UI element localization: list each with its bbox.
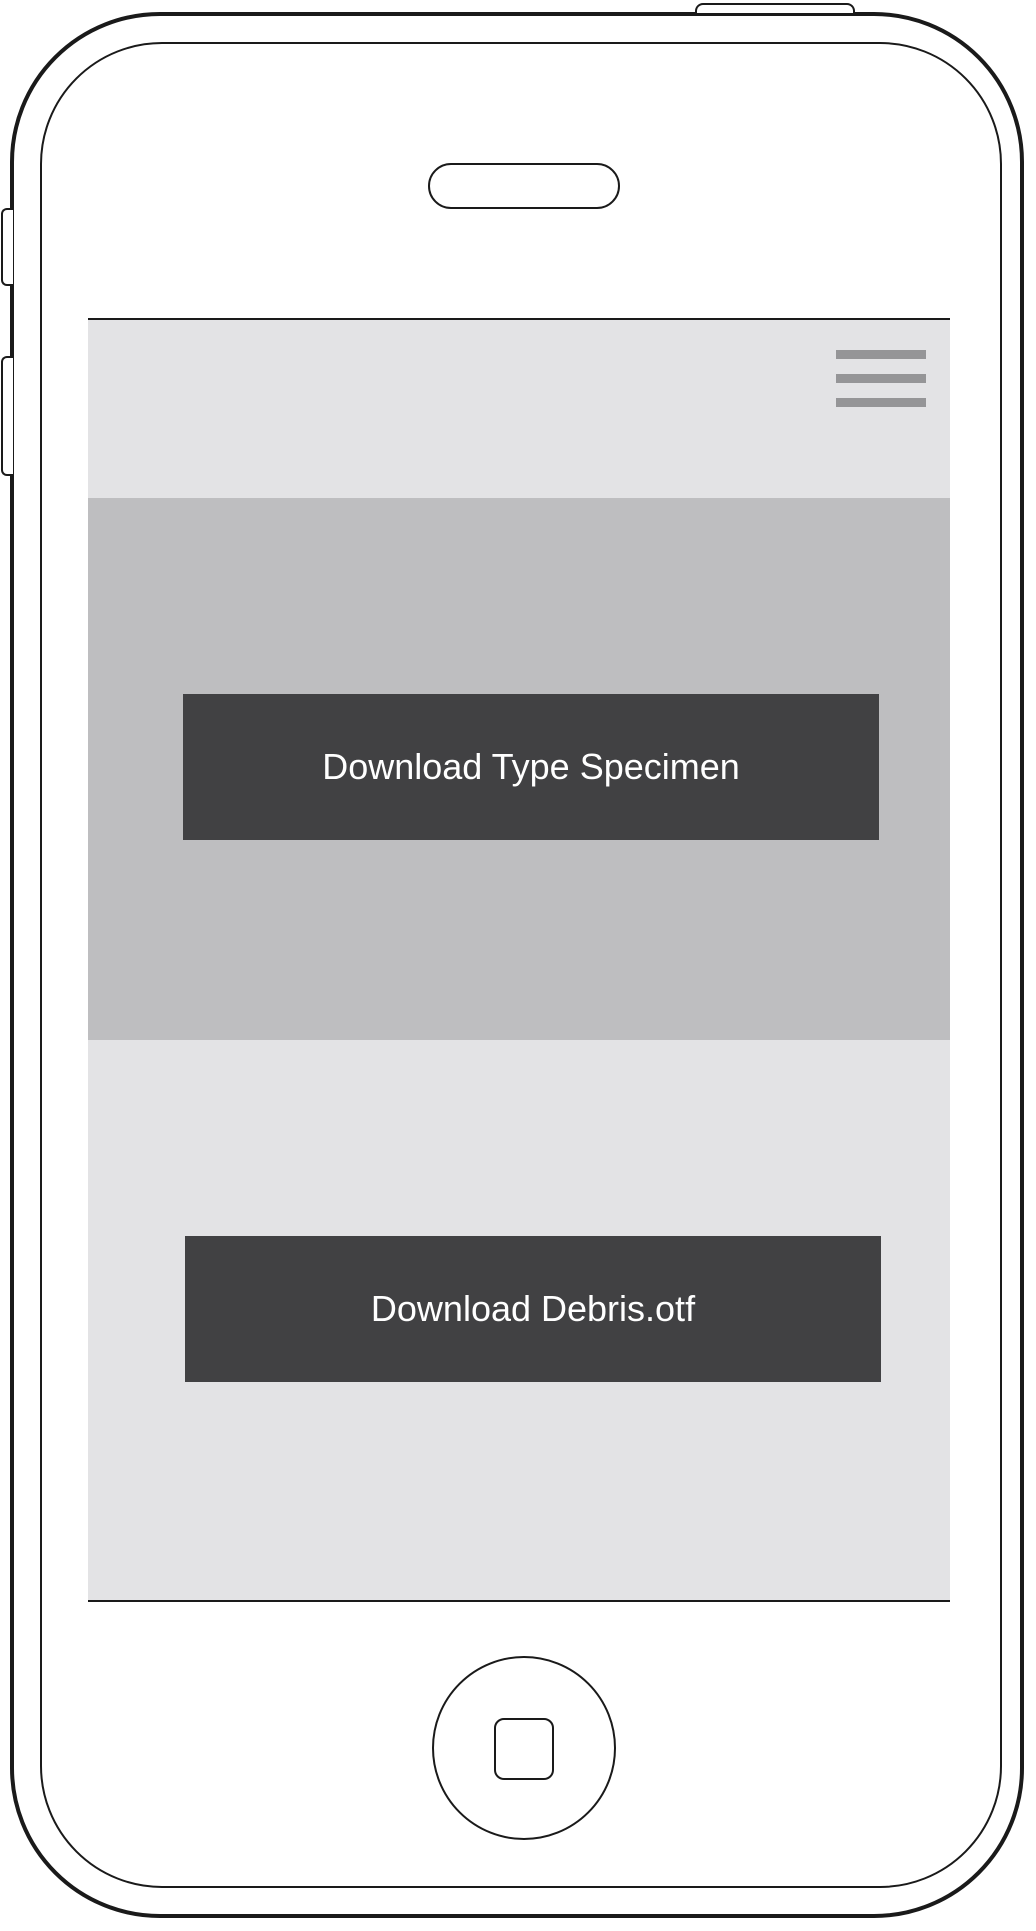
earpiece-speaker bbox=[428, 163, 620, 209]
home-square-icon bbox=[494, 1718, 554, 1780]
menu-bar bbox=[836, 398, 926, 407]
site-header bbox=[88, 320, 950, 498]
menu-bar bbox=[836, 350, 926, 359]
download-font-button[interactable]: Download Debris.otf bbox=[185, 1236, 881, 1382]
hamburger-menu-icon[interactable] bbox=[836, 350, 926, 408]
power-button bbox=[695, 3, 855, 13]
download-section: Download Debris.otf bbox=[88, 1040, 950, 1600]
download-type-specimen-button[interactable]: Download Type Specimen bbox=[183, 694, 879, 840]
menu-bar bbox=[836, 374, 926, 383]
volume-buttons bbox=[1, 356, 13, 476]
mute-switch bbox=[1, 208, 13, 286]
hero-section: Download Type Specimen bbox=[88, 498, 950, 1040]
device-screen: Download Type Specimen Download Debris.o… bbox=[88, 318, 950, 1602]
home-button[interactable] bbox=[432, 1656, 616, 1840]
